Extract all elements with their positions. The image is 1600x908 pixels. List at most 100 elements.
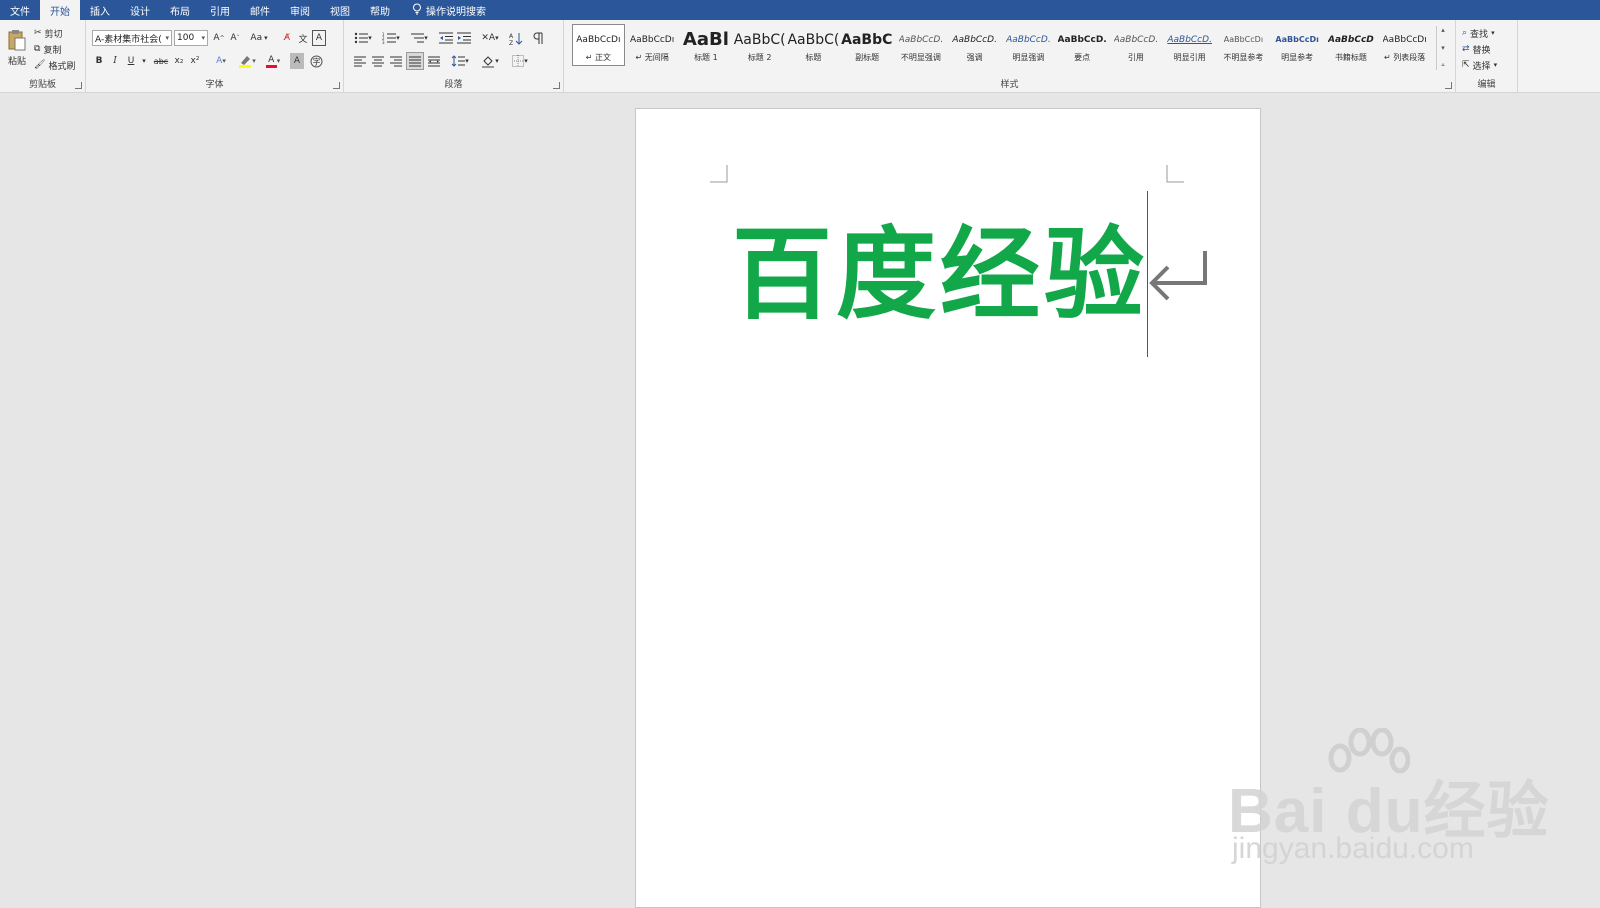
paste-button[interactable]: 粘贴 (4, 26, 30, 70)
character-shading-icon[interactable]: A (290, 53, 304, 69)
style-no-spacing[interactable]: AaBbCcDı ↵ 无间隔 (626, 24, 679, 66)
decrease-indent-icon[interactable] (438, 30, 454, 46)
style-intense-emphasis[interactable]: AaBbCcD. 明显强调 (1002, 24, 1055, 66)
find-button[interactable]: ⌕ 查找 ▾ (1462, 26, 1495, 40)
clear-formatting-icon[interactable]: A̸ (280, 30, 294, 46)
chevron-down-icon: ▾ (201, 34, 205, 42)
sort-icon[interactable]: AZ (508, 30, 524, 46)
style-emphasis[interactable]: AaBbCcD. 强调 (948, 24, 1001, 66)
paragraph-mark-icon (1149, 251, 1207, 301)
italic-button[interactable]: I (108, 53, 122, 69)
style-book-title[interactable]: AaBbCcD 书籍标题 (1325, 24, 1378, 66)
style-subtle-emphasis[interactable]: AaBbCcD. 不明显强调 (895, 24, 948, 66)
style-strong[interactable]: AaBbCcD. 要点 (1056, 24, 1109, 66)
align-left-icon[interactable] (352, 53, 368, 69)
format-painter-button[interactable]: 🖌 格式刷 (34, 58, 75, 72)
font-color-icon[interactable]: A ▾ (262, 53, 284, 69)
style-heading-2[interactable]: AaBbC( 标题 2 (733, 24, 786, 66)
font-group: A-素材集市社会( ▾ 100 ▾ A ^ Aˇ Aa ▾ A̸ 文 A B I U… (86, 20, 344, 92)
style-subtitle[interactable]: AaBbC( 副标题 (841, 24, 894, 66)
character-border-icon[interactable]: A (312, 30, 326, 46)
chevron-down-icon[interactable]: ▾ (140, 53, 148, 69)
bullets-icon[interactable]: ▾ (352, 30, 374, 46)
bold-button[interactable]: B (92, 53, 106, 69)
replace-button[interactable]: ⇄ 替换 (1462, 42, 1491, 56)
document-page[interactable]: 百度经验 (635, 108, 1261, 908)
increase-indent-icon[interactable] (456, 30, 472, 46)
tab-mailings[interactable]: 邮件 (240, 0, 280, 20)
style-name: 标题 (805, 52, 822, 62)
tab-help[interactable]: 帮助 (360, 0, 400, 20)
change-case-button[interactable]: Aa ▾ (246, 30, 272, 46)
show-formatting-marks-icon[interactable] (530, 30, 546, 46)
tab-file[interactable]: 文件 (0, 0, 40, 20)
style-sample: AaBbCcD. (1057, 34, 1107, 45)
tab-home[interactable]: 开始 (40, 0, 80, 20)
line-spacing-icon[interactable]: ▾ (448, 53, 472, 69)
shrink-font-icon[interactable]: Aˇ (228, 30, 242, 46)
chevron-down-icon: ▾ (264, 34, 268, 42)
style-subtle-reference[interactable]: AaBbCcDı 不明显参考 (1217, 24, 1270, 66)
phonetic-guide-icon[interactable]: 文 (296, 30, 310, 46)
tab-review[interactable]: 审阅 (280, 0, 320, 20)
baidu-jingyan-watermark: Bai du经验 jingyan.baidu.com (1228, 728, 1548, 868)
distributed-icon[interactable] (426, 53, 442, 69)
paragraph-dialog-launcher[interactable] (553, 82, 560, 89)
find-label: 查找 (1470, 29, 1489, 40)
svg-text:Z: Z (509, 40, 513, 45)
justify-icon[interactable] (406, 52, 424, 70)
tab-layout[interactable]: 布局 (160, 0, 200, 20)
grow-font-icon[interactable]: A ^ (212, 30, 226, 46)
font-name-combo[interactable]: A-素材集市社会( ▾ (92, 30, 172, 46)
style-normal[interactable]: AaBbCcDı ↵ 正文 (572, 24, 625, 66)
tell-me-search[interactable]: 操作说明搜索 (400, 0, 486, 20)
copy-button[interactable]: ⧉ 复制 (34, 42, 61, 56)
style-name: 明显引用 (1173, 52, 1206, 62)
document-heading-text[interactable]: 百度经验 (732, 213, 1148, 337)
font-size-value: 100 (177, 33, 195, 43)
align-right-icon[interactable] (388, 53, 404, 69)
chevron-up-icon[interactable]: ▴ (1441, 26, 1445, 34)
numbering-icon[interactable]: 1 2 3 ▾ (380, 30, 402, 46)
strikethrough-button[interactable]: abc (152, 53, 170, 69)
tab-design[interactable]: 设计 (120, 0, 160, 20)
multilevel-list-icon[interactable]: ▾ (408, 30, 430, 46)
style-title[interactable]: AaBbC( 标题 (787, 24, 840, 66)
style-list-paragraph[interactable]: AaBbCcDı ↵ 列表段落 (1378, 24, 1431, 66)
tab-references[interactable]: 引用 (200, 0, 240, 20)
style-sample: AaBbC( (733, 31, 786, 48)
chevron-down-icon[interactable]: ▾ (1441, 44, 1445, 52)
style-quote[interactable]: AaBbCcD. 引用 (1110, 24, 1163, 66)
align-center-icon[interactable] (370, 53, 386, 69)
text-effects-icon[interactable]: A ▾ (210, 53, 232, 69)
font-dialog-launcher[interactable] (333, 82, 340, 89)
highlight-color-icon[interactable]: ▾ (236, 53, 258, 69)
font-size-combo[interactable]: 100 ▾ (174, 30, 208, 46)
margin-corner-top-right (1166, 165, 1184, 183)
chevron-down-icon: ▾ (1493, 61, 1498, 69)
clipboard-group-label: 剪贴板 (28, 80, 56, 90)
borders-icon[interactable]: ▾ (508, 53, 532, 69)
clipboard-dialog-launcher[interactable] (75, 82, 82, 89)
cut-button[interactable]: ✂ 剪切 (34, 26, 63, 40)
change-case-label: Aa (250, 33, 263, 43)
tab-view[interactable]: 视图 (320, 0, 360, 20)
shading-icon[interactable]: ▾ (478, 53, 502, 69)
chinese-layout-icon[interactable]: ✕A ▾ (478, 30, 502, 46)
style-heading-1[interactable]: AaBl 标题 1 (680, 24, 733, 66)
styles-gallery: AaBbCcDı ↵ 正文 AaBbCcDı ↵ 无间隔 AaBl 标题 1 A… (572, 24, 1432, 70)
more-styles-icon[interactable]: ⩡ (1441, 61, 1445, 70)
watermark-url: jingyan.baidu.com (1232, 832, 1474, 865)
style-sample: AaBbCcD. (952, 34, 997, 45)
select-button[interactable]: ⇱ 选择 ▾ (1462, 58, 1497, 72)
enclose-characters-icon[interactable]: 字 (308, 53, 324, 69)
style-intense-reference[interactable]: AaBbCcDı 明显参考 (1271, 24, 1324, 66)
superscript-button[interactable]: x² (188, 53, 202, 69)
styles-dialog-launcher[interactable] (1445, 82, 1452, 89)
tab-insert[interactable]: 插入 (80, 0, 120, 20)
underline-button[interactable]: U (124, 53, 138, 69)
paste-label: 粘贴 (7, 57, 26, 67)
style-intense-quote[interactable]: AaBbCcD. 明显引用 (1163, 24, 1216, 66)
subscript-button[interactable]: x₂ (172, 53, 186, 69)
font-name-value: A-素材集市社会( (95, 34, 162, 45)
